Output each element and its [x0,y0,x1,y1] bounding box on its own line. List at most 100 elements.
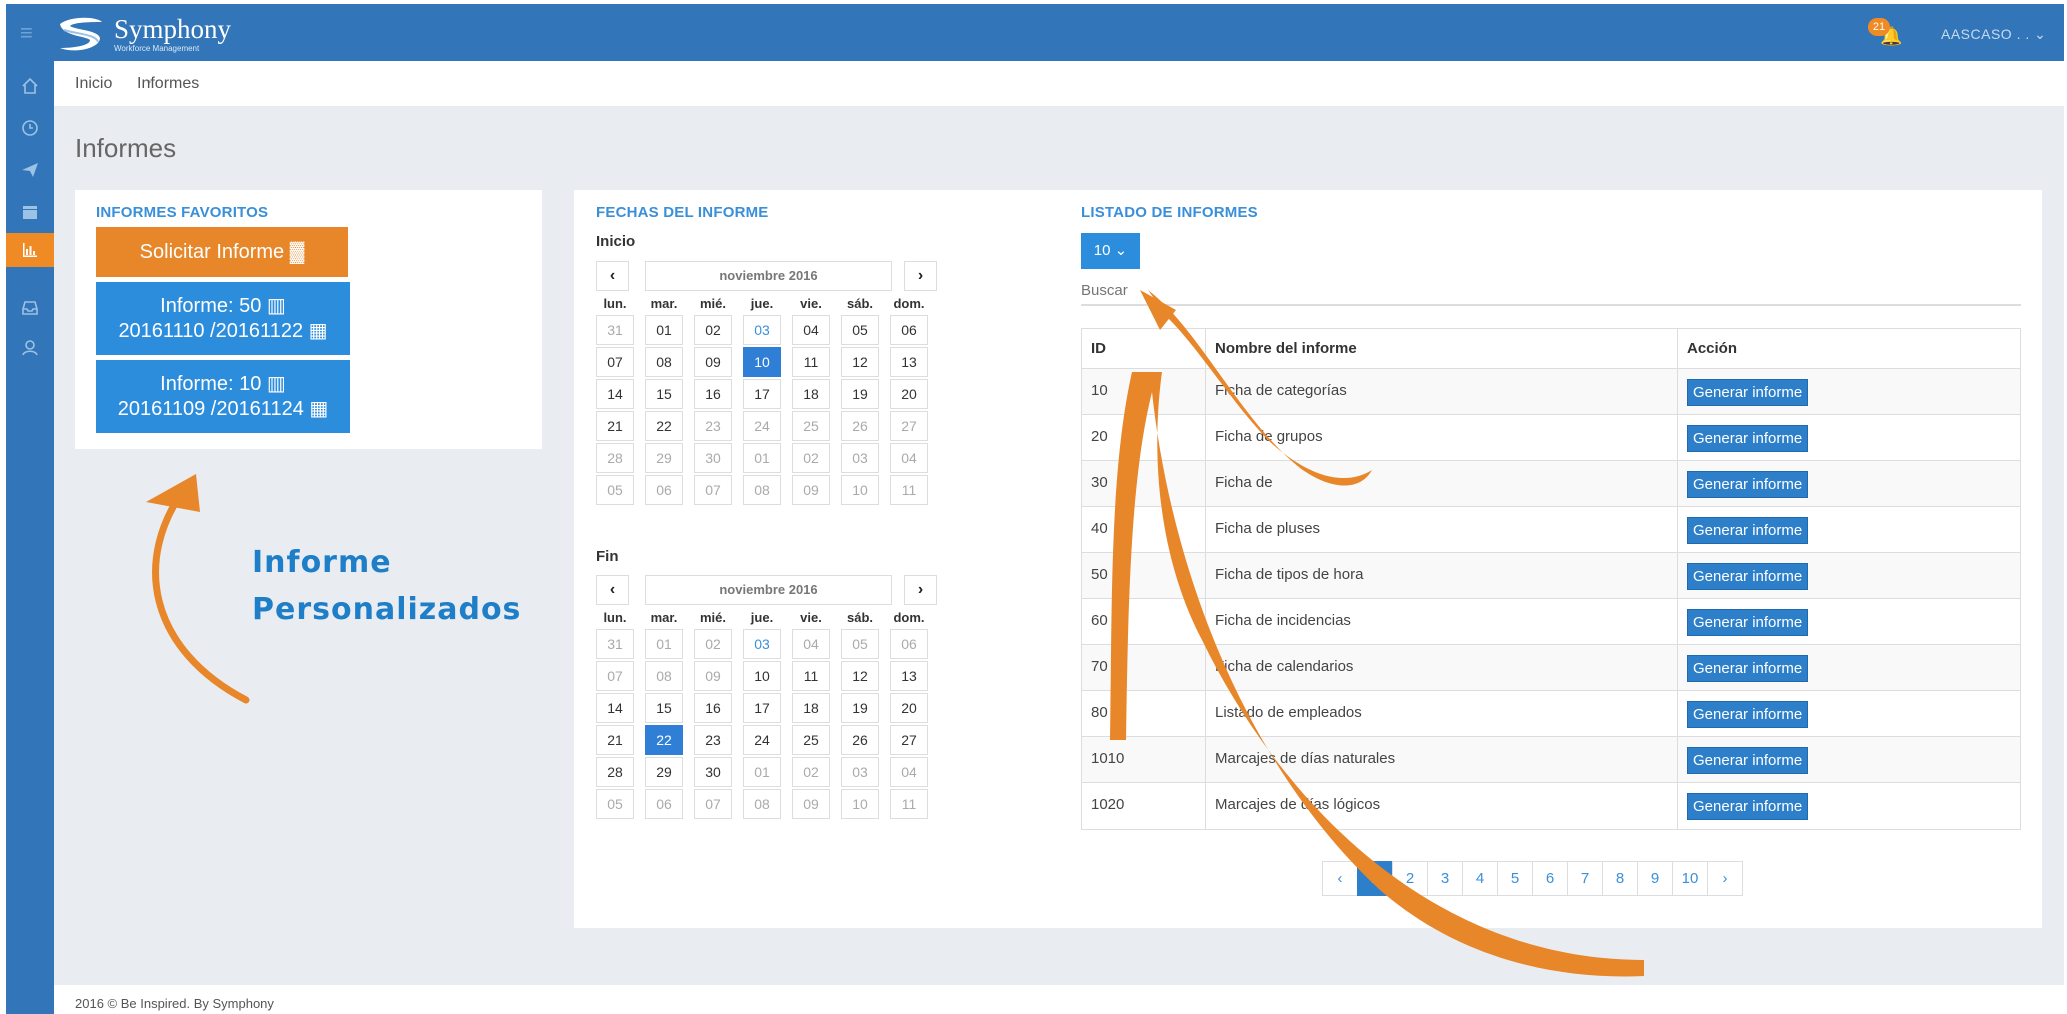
calendar-day[interactable]: 10 [743,661,781,691]
calendar-day[interactable]: 03 [841,757,879,787]
calendar-day[interactable]: 10 [743,347,781,377]
calendar-day[interactable]: 03 [743,629,781,659]
notifications[interactable]: 🔔 21 [1868,18,1902,48]
sidebar-item-send[interactable] [6,153,54,187]
calendar-day[interactable]: 01 [645,315,683,345]
start-next-month-button[interactable]: › [904,261,937,291]
sidebar-item-user[interactable] [6,331,54,365]
generate-report-button[interactable]: Generar informe [1687,701,1809,728]
calendar-day[interactable]: 04 [890,443,928,473]
prev-page-button[interactable]: ‹ [1322,861,1358,896]
generate-report-button[interactable]: Generar informe [1687,747,1809,774]
calendar-day[interactable]: 17 [743,693,781,723]
calendar-day[interactable]: 11 [890,789,928,819]
calendar-day[interactable]: 21 [596,411,634,441]
breadcrumb-home[interactable]: Inicio [75,75,112,93]
end-next-month-button[interactable]: › [904,575,937,605]
calendar-day[interactable]: 09 [694,661,732,691]
end-month-label[interactable]: noviembre 2016 [645,575,892,605]
sidebar-item-home[interactable] [6,69,54,103]
start-month-label[interactable]: noviembre 2016 [645,261,892,291]
calendar-day[interactable]: 28 [596,757,634,787]
calendar-day[interactable]: 13 [890,347,928,377]
calendar-day[interactable]: 06 [645,475,683,505]
calendar-day[interactable]: 07 [694,475,732,505]
next-page-button[interactable]: › [1707,861,1743,896]
calendar-day[interactable]: 05 [841,315,879,345]
generate-report-button[interactable]: Generar informe [1687,517,1809,544]
calendar-day[interactable]: 02 [694,315,732,345]
calendar-day[interactable]: 05 [841,629,879,659]
calendar-day[interactable]: 08 [645,661,683,691]
column-header[interactable]: Nombre del informe [1206,329,1678,368]
calendar-day[interactable]: 10 [841,789,879,819]
user-menu[interactable]: AASCASO . . ⌄ [1941,26,2046,43]
sidebar-item-calendar[interactable] [6,195,54,229]
calendar-day[interactable]: 01 [743,443,781,473]
calendar-day[interactable]: 03 [743,315,781,345]
column-header[interactable]: ID [1082,329,1206,368]
sidebar-item-reports[interactable] [6,233,64,267]
calendar-day[interactable]: 11 [890,475,928,505]
generate-report-button[interactable]: Generar informe [1687,793,1809,820]
start-prev-month-button[interactable]: ‹ [596,261,629,291]
calendar-day[interactable]: 08 [743,789,781,819]
calendar-day[interactable]: 08 [645,347,683,377]
calendar-day[interactable]: 27 [890,411,928,441]
calendar-day[interactable]: 26 [841,725,879,755]
calendar-day[interactable]: 24 [743,411,781,441]
calendar-day[interactable]: 06 [890,629,928,659]
calendar-day[interactable]: 09 [694,347,732,377]
calendar-day[interactable]: 30 [694,757,732,787]
page-button[interactable]: 5 [1497,861,1533,896]
calendar-day[interactable]: 19 [841,693,879,723]
calendar-day[interactable]: 25 [792,411,830,441]
page-button[interactable]: 7 [1567,861,1603,896]
calendar-day[interactable]: 07 [596,347,634,377]
request-report-button[interactable]: Solicitar Informe ▓ [96,227,348,277]
column-header[interactable]: Acción [1678,329,2020,368]
calendar-day[interactable]: 04 [890,757,928,787]
page-button[interactable]: 3 [1427,861,1463,896]
calendar-day[interactable]: 31 [596,315,634,345]
calendar-day[interactable]: 22 [645,725,683,755]
calendar-day[interactable]: 18 [792,379,830,409]
calendar-day[interactable]: 07 [694,789,732,819]
calendar-day[interactable]: 23 [694,411,732,441]
calendar-day[interactable]: 14 [596,693,634,723]
calendar-day[interactable]: 20 [890,693,928,723]
calendar-day[interactable]: 22 [645,411,683,441]
calendar-day[interactable]: 11 [792,661,830,691]
calendar-day[interactable]: 31 [596,629,634,659]
symphony-logo[interactable]: Symphony Workforce Management [56,12,246,56]
page-button[interactable]: 6 [1532,861,1568,896]
sidebar-item-clock[interactable] [6,111,54,145]
hamburger-menu-icon[interactable]: ≡ [20,20,46,46]
calendar-day[interactable]: 15 [645,693,683,723]
sidebar-item-inbox[interactable] [6,291,54,325]
favorite-report-50[interactable]: Informe: 50 ▥ 20161110 /20161122 ▦ [96,282,350,355]
calendar-day[interactable]: 18 [792,693,830,723]
calendar-day[interactable]: 16 [694,379,732,409]
calendar-day[interactable]: 07 [596,661,634,691]
calendar-day[interactable]: 17 [743,379,781,409]
generate-report-button[interactable]: Generar informe [1687,471,1809,498]
calendar-day[interactable]: 19 [841,379,879,409]
search-input[interactable] [1081,276,2021,306]
calendar-day[interactable]: 02 [694,629,732,659]
calendar-day[interactable]: 13 [890,661,928,691]
calendar-day[interactable]: 01 [743,757,781,787]
calendar-day[interactable]: 05 [596,789,634,819]
calendar-day[interactable]: 23 [694,725,732,755]
calendar-day[interactable]: 09 [792,789,830,819]
page-button[interactable]: 1 [1357,861,1393,896]
calendar-day[interactable]: 10 [841,475,879,505]
end-prev-month-button[interactable]: ‹ [596,575,629,605]
page-button[interactable]: 2 [1392,861,1428,896]
page-button[interactable]: 4 [1462,861,1498,896]
page-button[interactable]: 8 [1602,861,1638,896]
page-button[interactable]: 9 [1637,861,1673,896]
favorite-report-10[interactable]: Informe: 10 ▥ 20161109 /20161124 ▦ [96,360,350,433]
generate-report-button[interactable]: Generar informe [1687,379,1809,406]
generate-report-button[interactable]: Generar informe [1687,425,1809,452]
